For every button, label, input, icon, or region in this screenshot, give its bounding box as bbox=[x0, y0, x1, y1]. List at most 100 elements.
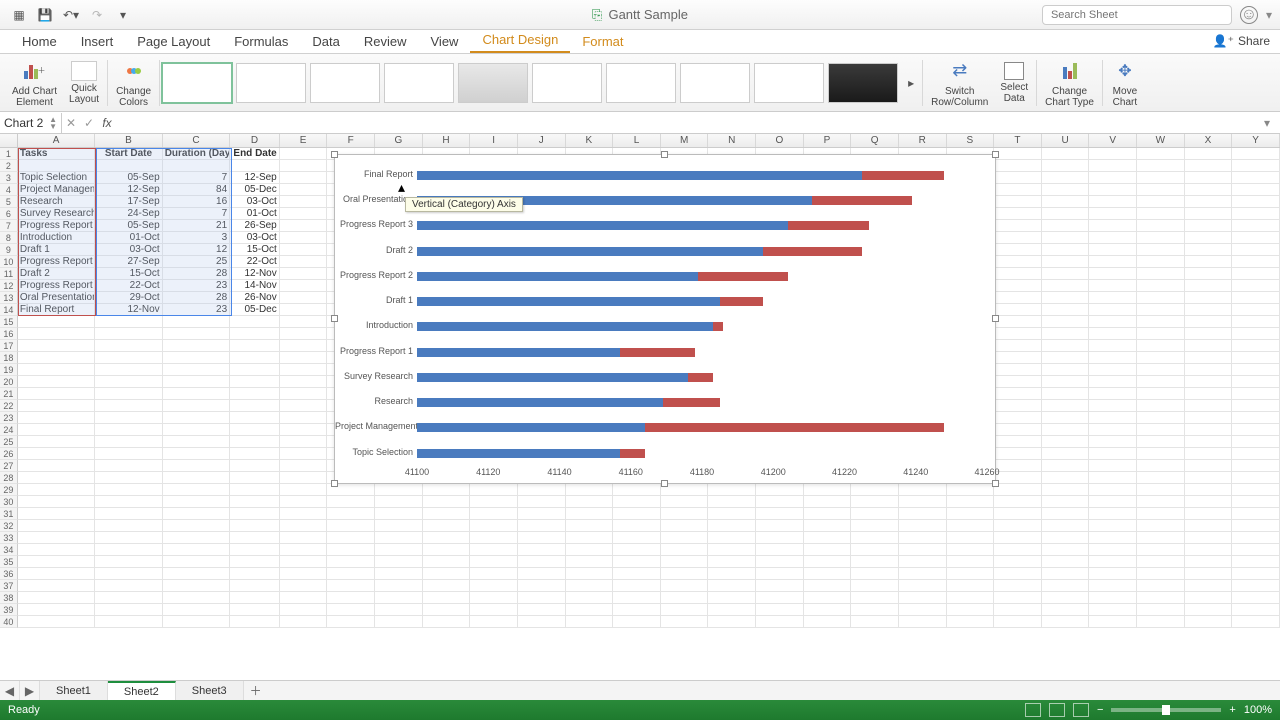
cell-X28[interactable] bbox=[1185, 472, 1233, 484]
cell-N33[interactable] bbox=[708, 532, 756, 544]
cell-W1[interactable] bbox=[1137, 148, 1185, 160]
zoom-in[interactable]: + bbox=[1229, 704, 1235, 716]
cell-W10[interactable] bbox=[1137, 256, 1185, 268]
cell-H30[interactable] bbox=[423, 496, 471, 508]
cell-D16[interactable] bbox=[230, 328, 280, 340]
cell-C18[interactable] bbox=[163, 352, 230, 364]
cell-W12[interactable] bbox=[1137, 280, 1185, 292]
cell-S38[interactable] bbox=[947, 592, 995, 604]
cell-I36[interactable] bbox=[470, 568, 518, 580]
cell-N37[interactable] bbox=[708, 580, 756, 592]
col-header-N[interactable]: N bbox=[708, 134, 756, 147]
cell-X17[interactable] bbox=[1185, 340, 1233, 352]
cell-A24[interactable] bbox=[18, 424, 95, 436]
cell-T38[interactable] bbox=[994, 592, 1042, 604]
cell-Y21[interactable] bbox=[1232, 388, 1280, 400]
cell-L29[interactable] bbox=[613, 484, 661, 496]
cell-X39[interactable] bbox=[1185, 604, 1233, 616]
row-header-19[interactable]: 19 bbox=[0, 364, 18, 376]
cell-W6[interactable] bbox=[1137, 208, 1185, 220]
cell-F36[interactable] bbox=[327, 568, 375, 580]
cell-W31[interactable] bbox=[1137, 508, 1185, 520]
cell-J36[interactable] bbox=[518, 568, 566, 580]
cell-D18[interactable] bbox=[230, 352, 280, 364]
view-normal[interactable] bbox=[1025, 703, 1041, 717]
cell-V8[interactable] bbox=[1089, 232, 1137, 244]
row-header-8[interactable]: 8 bbox=[0, 232, 18, 244]
cell-B17[interactable] bbox=[95, 340, 162, 352]
row-header-3[interactable]: 3 bbox=[0, 172, 18, 184]
cell-C5[interactable]: 16 bbox=[163, 196, 230, 208]
cell-C26[interactable] bbox=[163, 448, 230, 460]
cell-W39[interactable] bbox=[1137, 604, 1185, 616]
cell-Q37[interactable] bbox=[851, 580, 899, 592]
cell-H37[interactable] bbox=[423, 580, 471, 592]
cell-W13[interactable] bbox=[1137, 292, 1185, 304]
cell-C12[interactable]: 23 bbox=[163, 280, 230, 292]
cell-W15[interactable] bbox=[1137, 316, 1185, 328]
cell-Q29[interactable] bbox=[851, 484, 899, 496]
cell-V14[interactable] bbox=[1089, 304, 1137, 316]
cell-H35[interactable] bbox=[423, 556, 471, 568]
cell-V38[interactable] bbox=[1089, 592, 1137, 604]
cell-R37[interactable] bbox=[899, 580, 947, 592]
cell-M33[interactable] bbox=[661, 532, 709, 544]
cell-B19[interactable] bbox=[95, 364, 162, 376]
cell-E28[interactable] bbox=[280, 472, 328, 484]
cell-Q38[interactable] bbox=[851, 592, 899, 604]
cell-E26[interactable] bbox=[280, 448, 328, 460]
cell-T6[interactable] bbox=[994, 208, 1042, 220]
cell-X30[interactable] bbox=[1185, 496, 1233, 508]
cell-E30[interactable] bbox=[280, 496, 328, 508]
cell-C23[interactable] bbox=[163, 412, 230, 424]
cell-Y28[interactable] bbox=[1232, 472, 1280, 484]
cell-A23[interactable] bbox=[18, 412, 95, 424]
cell-G33[interactable] bbox=[375, 532, 423, 544]
cell-A8[interactable]: Introduction bbox=[18, 232, 95, 244]
cell-V23[interactable] bbox=[1089, 412, 1137, 424]
formula-expand[interactable]: ▾ bbox=[1260, 116, 1274, 130]
cell-S33[interactable] bbox=[947, 532, 995, 544]
row-header-29[interactable]: 29 bbox=[0, 484, 18, 496]
cell-D14[interactable]: 05-Dec bbox=[230, 304, 280, 316]
col-header-Q[interactable]: Q bbox=[851, 134, 899, 147]
cell-T8[interactable] bbox=[994, 232, 1042, 244]
cell-Q35[interactable] bbox=[851, 556, 899, 568]
cell-A9[interactable]: Draft 1 bbox=[18, 244, 95, 256]
cell-D32[interactable] bbox=[230, 520, 280, 532]
cell-C27[interactable] bbox=[163, 460, 230, 472]
cell-K36[interactable] bbox=[566, 568, 614, 580]
cell-Y3[interactable] bbox=[1232, 172, 1280, 184]
cell-A21[interactable] bbox=[18, 388, 95, 400]
cell-E31[interactable] bbox=[280, 508, 328, 520]
cell-E35[interactable] bbox=[280, 556, 328, 568]
cell-Y16[interactable] bbox=[1232, 328, 1280, 340]
title-menu[interactable]: ▾ bbox=[1266, 8, 1272, 22]
cell-M35[interactable] bbox=[661, 556, 709, 568]
row-header-26[interactable]: 26 bbox=[0, 448, 18, 460]
cell-V19[interactable] bbox=[1089, 364, 1137, 376]
cell-D7[interactable]: 26-Sep bbox=[230, 220, 280, 232]
cell-T12[interactable] bbox=[994, 280, 1042, 292]
col-header-D[interactable]: D bbox=[230, 134, 280, 147]
cell-C30[interactable] bbox=[163, 496, 230, 508]
cell-B28[interactable] bbox=[95, 472, 162, 484]
cell-R38[interactable] bbox=[899, 592, 947, 604]
tab-view[interactable]: View bbox=[419, 30, 471, 53]
cell-X2[interactable] bbox=[1185, 160, 1233, 172]
cell-V15[interactable] bbox=[1089, 316, 1137, 328]
cell-X26[interactable] bbox=[1185, 448, 1233, 460]
cell-W36[interactable] bbox=[1137, 568, 1185, 580]
cell-T2[interactable] bbox=[994, 160, 1042, 172]
cell-N35[interactable] bbox=[708, 556, 756, 568]
chart-style-1[interactable] bbox=[162, 63, 232, 103]
cell-X12[interactable] bbox=[1185, 280, 1233, 292]
cell-A20[interactable] bbox=[18, 376, 95, 388]
zoom-slider[interactable] bbox=[1111, 708, 1221, 712]
cell-U30[interactable] bbox=[1042, 496, 1090, 508]
cell-C38[interactable] bbox=[163, 592, 230, 604]
cell-Y6[interactable] bbox=[1232, 208, 1280, 220]
chart-style-8[interactable] bbox=[680, 63, 750, 103]
cell-D6[interactable]: 01-Oct bbox=[230, 208, 280, 220]
cell-B30[interactable] bbox=[95, 496, 162, 508]
